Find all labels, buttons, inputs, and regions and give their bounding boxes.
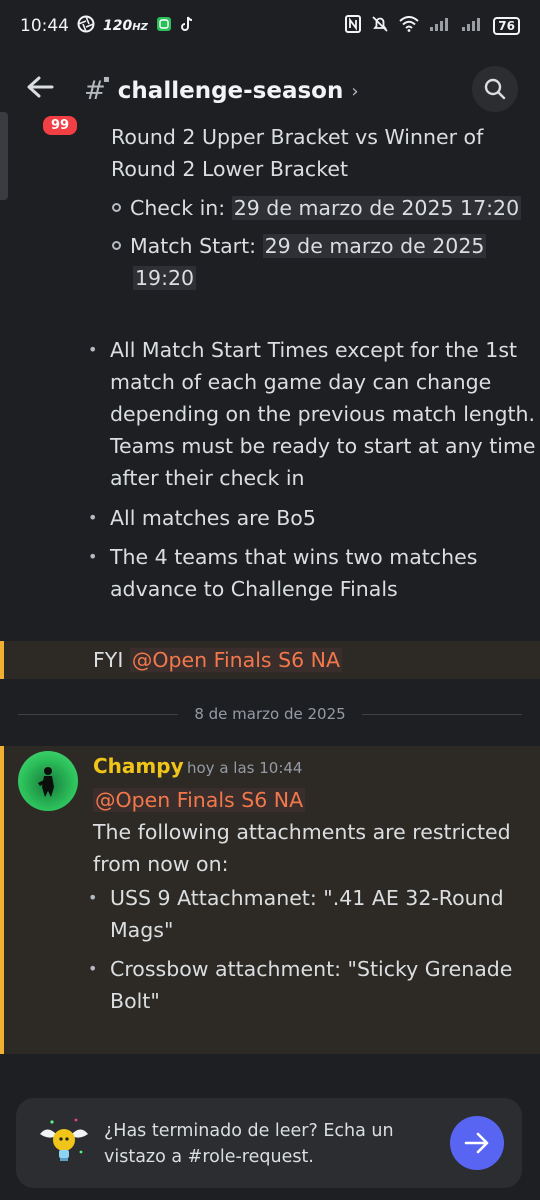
list-item: • USS 9 Attachmanet: ".41 AE 32-Round Ma… bbox=[88, 882, 504, 946]
bullet-icon: • bbox=[88, 508, 98, 527]
search-icon bbox=[484, 78, 506, 100]
app-notification-icon bbox=[156, 16, 172, 37]
message-timestamp: hoy a las 10:44 bbox=[187, 759, 303, 777]
message-text-line: from now on: bbox=[93, 852, 229, 876]
list-item: • All Match Start Times except for the 1… bbox=[88, 334, 536, 494]
divider-line bbox=[361, 713, 522, 715]
aperture-icon bbox=[77, 15, 95, 38]
circle-bullet-icon bbox=[112, 202, 121, 212]
wifi-icon bbox=[399, 16, 419, 36]
status-bar: 10:44 120HZ 76 bbox=[0, 0, 540, 52]
lightbulb-mascot-icon bbox=[34, 1112, 94, 1172]
unread-badge: 99 bbox=[40, 113, 81, 138]
timestamp-chip: 19:20 bbox=[133, 266, 197, 290]
read-prompt-banner[interactable]: ¿Has terminado de leer? Echa un vistazo … bbox=[16, 1098, 522, 1188]
role-mention[interactable]: @Open Finals S6 NA bbox=[129, 648, 343, 672]
tiktok-icon bbox=[180, 16, 194, 37]
bullet-icon: • bbox=[88, 959, 98, 978]
mute-bell-icon bbox=[371, 15, 389, 37]
message[interactable]: Champy hoy a las 10:44 @Open Finals S6 N… bbox=[0, 746, 540, 1054]
search-button[interactable] bbox=[472, 66, 518, 112]
divider-date: 8 de marzo de 2025 bbox=[194, 705, 346, 723]
message-mention-line: @Open Finals S6 NA bbox=[93, 784, 306, 816]
refresh-rate: 120HZ bbox=[103, 18, 148, 34]
arrow-right-icon bbox=[464, 1132, 489, 1154]
signal-icon bbox=[429, 17, 451, 35]
date-divider: 8 de marzo de 2025 bbox=[18, 702, 522, 726]
message-text-line: The following attachments are restricted bbox=[93, 820, 511, 844]
bullet-icon: • bbox=[88, 888, 98, 907]
avatar[interactable] bbox=[18, 751, 78, 811]
bullet-icon: • bbox=[88, 547, 98, 566]
timestamp-chip: 29 de marzo de 2025 17:20 bbox=[231, 196, 522, 220]
list-item: • All matches are Bo5 bbox=[88, 502, 316, 534]
timestamp-chip: 29 de marzo de 2025 bbox=[262, 234, 487, 258]
divider-line bbox=[18, 713, 179, 715]
channel-header: 99 # ▪ challenge-season › bbox=[0, 52, 540, 138]
mention-message[interactable]: FYI @Open Finals S6 NA bbox=[0, 641, 540, 679]
scroll-handle[interactable] bbox=[0, 112, 8, 200]
go-to-channel-button[interactable] bbox=[450, 1116, 504, 1170]
back-button[interactable]: 99 bbox=[26, 71, 81, 138]
soldier-silhouette-icon bbox=[38, 767, 54, 797]
author-name[interactable]: Champy bbox=[93, 754, 184, 778]
text-channel-icon: # ▪ bbox=[84, 74, 110, 106]
chevron-right-icon[interactable]: › bbox=[351, 81, 358, 102]
message-text: FYI @Open Finals S6 NA bbox=[93, 648, 343, 672]
list-item: • Crossbow attachment: "Sticky Grenade B… bbox=[88, 953, 512, 1017]
status-time: 10:44 bbox=[20, 16, 69, 36]
list-item: • The 4 teams that wins two matches adva… bbox=[88, 541, 477, 605]
channel-title[interactable]: challenge-season bbox=[118, 78, 344, 104]
message-text-line: Round 2 Lower Bracket bbox=[111, 157, 348, 181]
role-mention[interactable]: @Open Finals S6 NA bbox=[93, 788, 306, 812]
circle-bullet-icon bbox=[112, 240, 121, 250]
bullet-icon: • bbox=[88, 340, 98, 359]
sub-list-item: Check in: 29 de marzo de 2025 17:20 bbox=[112, 192, 522, 224]
signal-icon-2 bbox=[461, 17, 483, 35]
message-text-line: Round 2 Upper Bracket vs Winner of bbox=[111, 125, 484, 149]
sub-list-item: Match Start: 29 de marzo de 2025 bbox=[112, 230, 487, 262]
battery-indicator: 76 bbox=[493, 17, 520, 35]
nfc-icon bbox=[345, 15, 362, 37]
sub-list-item-cont: 19:20 bbox=[133, 262, 197, 294]
prompt-text: ¿Has terminado de leer? Echa un vistazo … bbox=[104, 1121, 394, 1167]
arrow-left-icon bbox=[27, 76, 54, 98]
